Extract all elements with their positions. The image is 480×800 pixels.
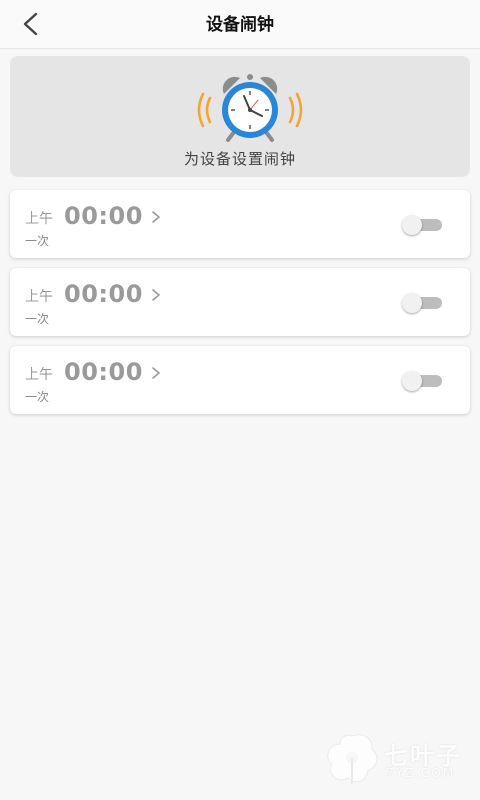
alarm-period: 上午 <box>25 289 53 305</box>
alarm-period: 上午 <box>25 211 53 227</box>
leaf-logo-icon <box>327 734 378 784</box>
chevron-right-icon[interactable] <box>150 365 162 381</box>
alarm-repeat: 一次 <box>25 312 50 326</box>
chevron-right-icon[interactable] <box>150 209 162 225</box>
alarm-period: 上午 <box>25 367 53 383</box>
toggle-knob <box>402 215 422 235</box>
alarm-time[interactable]: 00:00 <box>64 202 143 230</box>
page-title: 设备闹钟 <box>206 15 274 35</box>
alarm-item[interactable]: 上午 00:00 一次 <box>10 190 470 258</box>
alarm-toggle[interactable] <box>402 293 442 313</box>
alarm-toggle[interactable] <box>402 215 442 235</box>
alarm-item[interactable]: 上午 00:00 一次 <box>10 268 470 336</box>
alarm-toggle[interactable] <box>402 371 442 391</box>
chevron-right-icon[interactable] <box>150 287 162 303</box>
toggle-knob <box>402 371 422 391</box>
watermark: 七叶子 7YZ.COM <box>322 728 472 788</box>
banner-caption: 为设备设置闹钟 <box>183 150 296 168</box>
alarm-time[interactable]: 00:00 <box>64 280 143 308</box>
watermark-domain: 7YZ.COM <box>386 766 456 780</box>
alarm-repeat: 一次 <box>25 390 50 404</box>
alarm-time[interactable]: 00:00 <box>64 358 143 386</box>
alarm-banner: 为设备设置闹钟 <box>10 56 470 177</box>
alarm-clock-icon <box>197 74 303 142</box>
alarm-repeat: 一次 <box>25 234 50 248</box>
toggle-knob <box>402 293 422 313</box>
alarm-settings-screen: 设备闹钟 为设备设置闹钟 上午 00:00 一次 上午 00:00 一次 上午 … <box>0 0 480 800</box>
alarm-item[interactable]: 上午 00:00 一次 <box>10 346 470 414</box>
top-bar: 设备闹钟 <box>0 0 480 49</box>
